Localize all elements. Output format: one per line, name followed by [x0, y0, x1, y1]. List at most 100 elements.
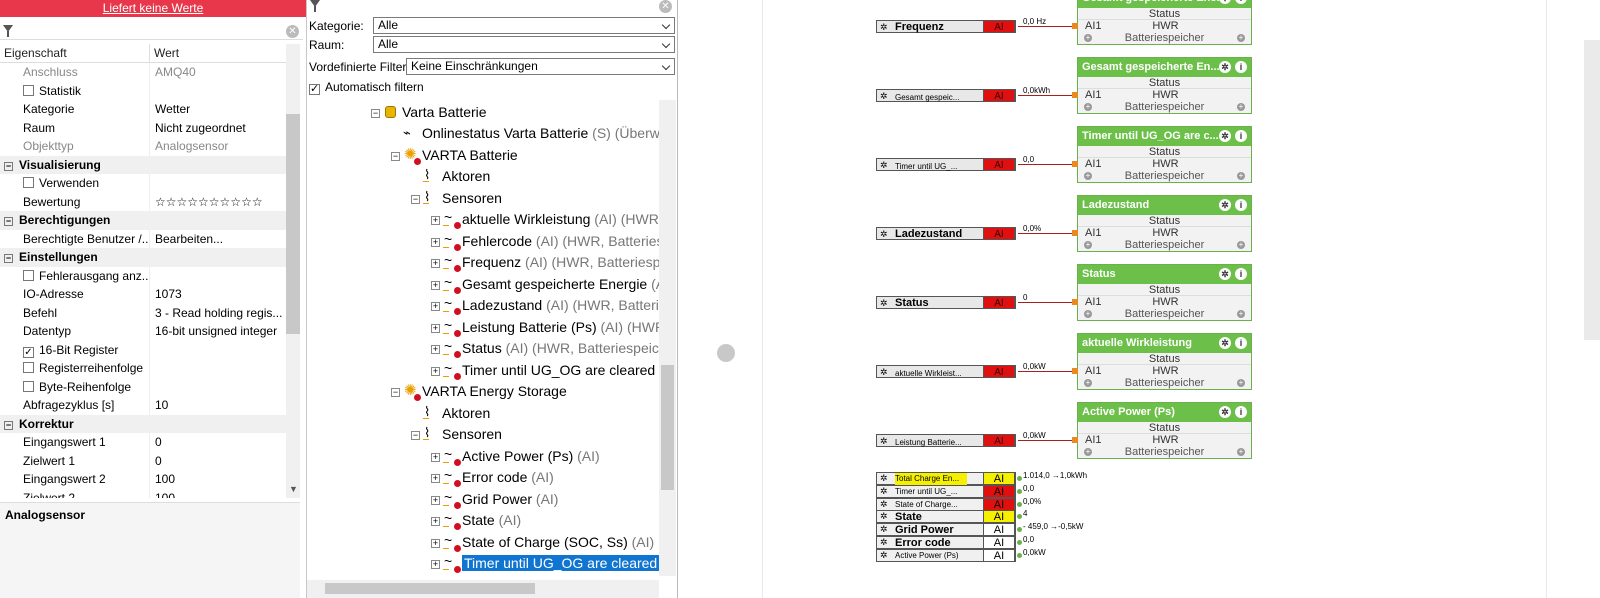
- output-port[interactable]: [1017, 552, 1022, 558]
- gear-icon[interactable]: ✲: [880, 486, 888, 497]
- gear-icon[interactable]: ✲: [880, 298, 888, 309]
- tree-node[interactable]: +~Gesamt gespeicherte Energie (AI: [431, 274, 659, 295]
- gear-icon[interactable]: ✲: [880, 91, 888, 102]
- connection-wire[interactable]: [1018, 440, 1076, 441]
- property-value[interactable]: 0: [150, 433, 286, 452]
- input-port[interactable]: [1072, 230, 1078, 236]
- add-icon[interactable]: +: [1237, 172, 1245, 180]
- gear-icon[interactable]: ✲: [1219, 268, 1231, 280]
- input-sensor-box[interactable]: ✲ aktuelle Wirkleist... AI: [876, 365, 1016, 378]
- clear-icon[interactable]: ✕: [659, 0, 672, 13]
- sensor-stack-item[interactable]: ✲ Timer until UG_... AI: [876, 484, 1016, 498]
- raum-select[interactable]: Alle: [373, 36, 675, 53]
- expand-icon[interactable]: +: [431, 453, 440, 462]
- output-port[interactable]: [1017, 527, 1022, 533]
- logic-block[interactable]: Status ✲ i Status HWR AI1 + Batteriespeicher +: [1077, 264, 1252, 321]
- property-value[interactable]: Wetter: [150, 100, 286, 119]
- property-row[interactable]: Eingangswert 2 100: [0, 470, 286, 489]
- gear-icon[interactable]: ✲: [880, 537, 888, 548]
- tree-node[interactable]: + ~ Error code (AI): [431, 467, 554, 488]
- property-value[interactable]: 0: [150, 452, 286, 471]
- input-port[interactable]: [1072, 299, 1078, 305]
- gear-icon[interactable]: ✲: [1219, 199, 1231, 211]
- block-header[interactable]: Timer until UG_OG are c... ✲ i: [1078, 127, 1251, 146]
- tree-node[interactable]: + ~ Status (AI) (HWR, Batteriespeiche: [431, 338, 659, 359]
- gear-icon[interactable]: ✲: [1219, 130, 1231, 142]
- sensor-stack-item[interactable]: ✲ Error code AI: [876, 536, 1016, 549]
- tree-node[interactable]: + ~ Active Power (Ps) (AI): [431, 446, 600, 467]
- tree-node[interactable]: − ✺ VARTA Batterie: [391, 145, 518, 166]
- expand-icon[interactable]: +: [431, 238, 440, 247]
- collapse-icon[interactable]: −: [411, 431, 420, 440]
- connection-wire[interactable]: [1018, 233, 1076, 234]
- add-icon[interactable]: +: [1237, 34, 1245, 42]
- expand-icon[interactable]: +: [431, 474, 440, 483]
- info-icon[interactable]: i: [1235, 406, 1247, 418]
- property-row[interactable]: Zielwert 1 0: [0, 451, 286, 471]
- collapse-icon[interactable]: −: [4, 420, 13, 430]
- tree-node[interactable]: − ⌇ Sensoren: [411, 424, 502, 445]
- property-category[interactable]: − Visualisierung: [0, 155, 286, 174]
- tree-node[interactable]: +~Leistung Batterie (Ps) (AI) (HWR,: [431, 317, 659, 338]
- property-row[interactable]: Raum Nicht zugeordnet: [0, 118, 286, 137]
- property-value[interactable]: Bearbeiten...: [150, 230, 286, 249]
- tree-node[interactable]: − ✺ VARTA Energy Storage: [391, 381, 567, 402]
- input-port[interactable]: [1072, 368, 1078, 374]
- property-row[interactable]: Befehl 3 - Read holding regis...: [0, 303, 286, 323]
- tree-node[interactable]: ⌁ Onlinestatus Varta Batterie (S) (Überwa: [391, 123, 659, 144]
- info-icon[interactable]: i: [1235, 268, 1247, 280]
- logic-block[interactable]: Timer until UG_OG are c... ✲ i Status HWR AI1…: [1077, 126, 1252, 183]
- collapse-icon[interactable]: −: [411, 195, 420, 204]
- input-port[interactable]: [1072, 161, 1078, 167]
- input-port[interactable]: [1072, 437, 1078, 443]
- output-port[interactable]: [1017, 501, 1022, 507]
- tree-node[interactable]: + ~ Grid Power (AI): [431, 489, 558, 510]
- property-row[interactable]: Fehlerausgang anz...: [0, 266, 286, 286]
- expand-icon[interactable]: +: [431, 302, 440, 311]
- property-value[interactable]: [150, 341, 286, 360]
- property-value[interactable]: 16-bit unsigned integer: [150, 322, 286, 341]
- block-header[interactable]: Active Power (Ps) ✲ i: [1078, 403, 1251, 422]
- gear-icon[interactable]: ✲: [880, 499, 888, 510]
- logic-block[interactable]: Ladezustand ✲ i Status HWR AI1 + Batteriespeich…: [1077, 195, 1252, 252]
- input-sensor-box[interactable]: ✲ Leistung Batterie... AI: [876, 434, 1016, 447]
- gear-icon[interactable]: ✲: [880, 367, 888, 378]
- input-sensor-box[interactable]: ✲ Status AI: [876, 296, 1016, 309]
- output-port[interactable]: [1017, 540, 1022, 545]
- tree-node[interactable]: + ~ aktuelle Wirkleistung (AI) (HWR,: [431, 209, 659, 230]
- column-header-value[interactable]: Wert: [150, 44, 286, 62]
- property-value[interactable]: [150, 267, 286, 286]
- property-value[interactable]: 3 - Read holding regis...: [150, 304, 286, 323]
- property-scrollbar[interactable]: ▼: [286, 44, 300, 498]
- input-port[interactable]: [1072, 23, 1078, 29]
- add-icon[interactable]: +: [1084, 172, 1092, 180]
- property-value[interactable]: [150, 174, 286, 193]
- add-icon[interactable]: +: [1084, 379, 1092, 387]
- block-header[interactable]: Ladezustand ✲ i: [1078, 196, 1251, 215]
- add-icon[interactable]: +: [1237, 103, 1245, 111]
- logic-block[interactable]: aktuelle Wirkleistung ✲ i Status HWR AI1 + Batt…: [1077, 333, 1252, 390]
- collapse-icon[interactable]: −: [371, 109, 380, 118]
- block-header[interactable]: aktuelle Wirkleistung ✲ i: [1078, 334, 1251, 353]
- property-row[interactable]: Statistik: [0, 81, 286, 101]
- property-value[interactable]: [150, 82, 286, 101]
- property-row[interactable]: Abfragezyklus [s] 10: [0, 396, 286, 415]
- connection-wire[interactable]: [1018, 26, 1076, 27]
- add-icon[interactable]: +: [1237, 448, 1245, 456]
- property-row[interactable]: Berechtigte Benutzer /... Bearbeiten...: [0, 229, 286, 249]
- property-row[interactable]: Kategorie Wetter: [0, 100, 286, 119]
- error-banner-link[interactable]: Liefert keine Werte: [0, 0, 306, 17]
- add-icon[interactable]: +: [1237, 379, 1245, 387]
- property-row[interactable]: Registerreihenfolge: [0, 359, 286, 378]
- column-header-property[interactable]: Eigenschaft: [0, 44, 150, 62]
- collapse-icon[interactable]: −: [391, 152, 400, 161]
- scrollbar-thumb[interactable]: [661, 365, 674, 490]
- logic-block[interactable]: Active Power (Ps) ✲ i Status HWR AI1 + Batterie…: [1077, 402, 1252, 459]
- property-row[interactable]: ✓ 16-Bit Register: [0, 340, 286, 360]
- output-port[interactable]: [1017, 488, 1022, 494]
- expand-icon[interactable]: +: [431, 345, 440, 354]
- add-icon[interactable]: +: [1084, 448, 1092, 456]
- property-category[interactable]: − Berechtigungen: [0, 211, 286, 230]
- tree-node[interactable]: ⌇ Aktoren: [411, 403, 490, 424]
- tree-node[interactable]: + ~ State (AI): [431, 510, 521, 531]
